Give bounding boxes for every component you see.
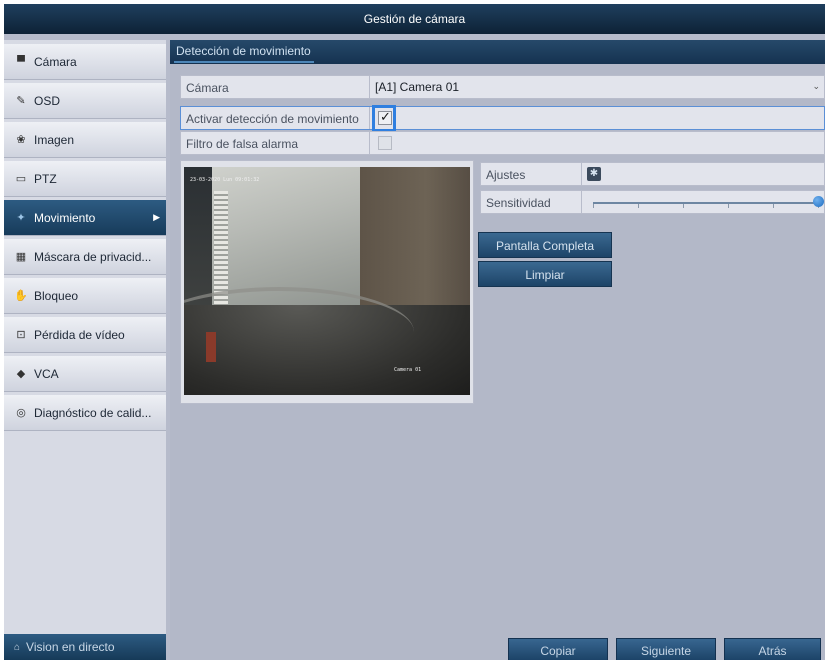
sidebar-item-label: Diagnóstico de calid... (34, 405, 152, 420)
video-preview-panel: 23-03-2020 Lun 09:01:32 Camera 01 (180, 160, 474, 404)
motion-area-video[interactable]: 23-03-2020 Lun 09:01:32 Camera 01 (184, 167, 470, 395)
sidebar-item-diagnostic[interactable]: ◎ Diagnóstico de calid... (4, 395, 166, 431)
tamper-icon: ✋ (14, 290, 28, 302)
video-osd-timestamp: 23-03-2020 Lun 09:01:32 (190, 177, 260, 183)
video-scene (212, 167, 360, 307)
enable-motion-detection-label: Activar detección de movimiento (186, 112, 359, 126)
sidebar-item-camera[interactable]: ▀ Cámara (4, 44, 166, 80)
video-osd-camera-name: Camera 01 (394, 367, 422, 373)
focus-highlight (372, 105, 396, 132)
false-alarm-filter-row: Filtro de falsa alarma (180, 131, 825, 155)
field-divider (369, 107, 370, 129)
gear-icon[interactable]: ✱ (587, 167, 601, 181)
settings-row: Ajustes ✱ (480, 162, 825, 186)
sidebar-item-label: Bloqueo (34, 288, 79, 303)
field-divider (581, 163, 582, 185)
sidebar-item-motion[interactable]: ✦ Movimiento ▶ (4, 200, 166, 236)
privacy-mask-icon: ▦ (15, 251, 27, 263)
live-view-label: Vision en directo (26, 640, 115, 654)
video-scene (206, 332, 216, 362)
diagnostic-icon: ◎ (16, 407, 26, 419)
false-alarm-filter-checkbox[interactable] (378, 136, 392, 150)
motion-icon: ✦ (16, 212, 26, 224)
sidebar-item-label: OSD (34, 93, 61, 108)
sidebar-item-label: PTZ (34, 171, 57, 186)
sidebar-item-vca[interactable]: ◆ VCA (4, 356, 166, 392)
fullscreen-button[interactable]: Pantalla Completa (478, 232, 612, 258)
active-tab-indicator (174, 61, 314, 63)
clear-button[interactable]: Limpiar (478, 261, 612, 287)
sensitivity-row: Sensitividad (480, 190, 825, 214)
back-button[interactable]: Atrás (724, 638, 821, 660)
home-icon: ⌂ (14, 641, 21, 653)
ptz-icon: ▭ (15, 173, 27, 185)
camera-select[interactable]: [A1] Camera 01 (375, 80, 459, 94)
tab-motion-detection[interactable]: Detección de movimiento (176, 44, 311, 58)
camera-icon: ▀ (17, 55, 25, 68)
sidebar-item-video-loss[interactable]: ⊡ Pérdida de vídeo (4, 317, 166, 353)
tab-bar: Detección de movimiento (170, 40, 825, 64)
sidebar-item-label: Pérdida de vídeo (34, 327, 125, 342)
false-alarm-filter-label: Filtro de falsa alarma (186, 137, 299, 151)
chevron-right-icon: ▶ (153, 212, 160, 222)
sidebar-item-ptz[interactable]: ▭ PTZ (4, 161, 166, 197)
main-panel: Detección de movimiento Cámara [A1] Came… (170, 40, 825, 660)
sidebar-item-label: Máscara de privacid... (34, 249, 152, 264)
field-divider (369, 76, 370, 98)
field-divider (369, 132, 370, 154)
sidebar-item-label: VCA (34, 366, 59, 381)
copy-button[interactable]: Copiar (508, 638, 608, 660)
camera-select-row: Cámara [A1] Camera 01 ⌄ (180, 75, 825, 99)
sidebar-item-label: Imagen (34, 132, 75, 147)
sidebar-item-tamper[interactable]: ✋ Bloqueo (4, 278, 166, 314)
enable-motion-detection-row: Activar detección de movimiento ✓ (180, 105, 825, 132)
camera-label: Cámara (186, 81, 229, 95)
live-view-button[interactable]: ⌂ Vision en directo (4, 634, 166, 660)
sidebar-item-label: Movimiento (34, 210, 96, 225)
image-icon: ❀ (16, 134, 26, 146)
sidebar-item-label: Cámara (34, 54, 77, 69)
osd-icon: ✎ (16, 95, 26, 107)
vca-icon: ◆ (16, 368, 26, 380)
next-button[interactable]: Siguiente (616, 638, 716, 660)
sensitivity-slider-handle[interactable] (813, 196, 824, 207)
sidebar-item-privacy-mask[interactable]: ▦ Máscara de privacid... (4, 239, 166, 275)
field-divider (581, 191, 582, 213)
chevron-down-icon[interactable]: ⌄ (812, 81, 820, 92)
sensitivity-label: Sensitividad (486, 196, 551, 210)
camera-management-window: Gestión de cámara ▀ Cámara ✎ OSD ❀ Image… (4, 4, 825, 660)
slider-ticks (593, 204, 819, 208)
sidebar: ▀ Cámara ✎ OSD ❀ Imagen ▭ PTZ ✦ Movimien… (4, 40, 166, 660)
window-title: Gestión de cámara (4, 4, 825, 34)
settings-label: Ajustes (486, 168, 526, 182)
sidebar-item-osd[interactable]: ✎ OSD (4, 83, 166, 119)
sidebar-item-image[interactable]: ❀ Imagen (4, 122, 166, 158)
video-loss-icon: ⊡ (16, 329, 26, 341)
